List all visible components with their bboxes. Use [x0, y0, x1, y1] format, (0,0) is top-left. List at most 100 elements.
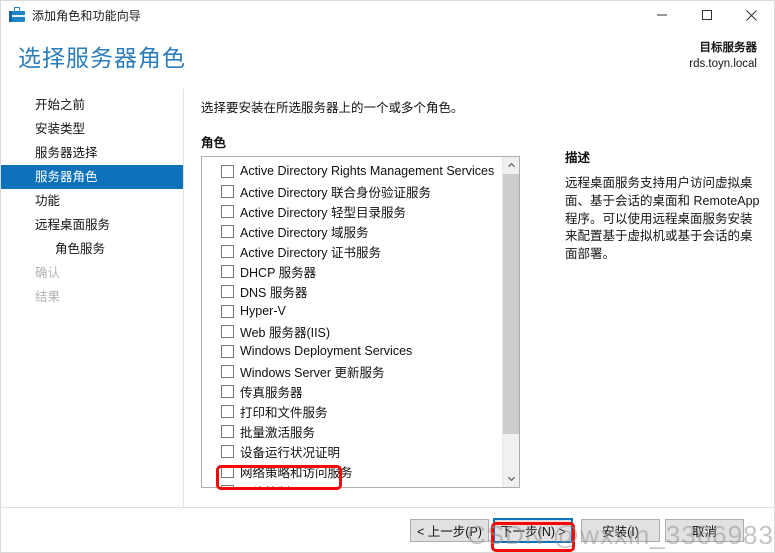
- role-checkbox[interactable]: [221, 484, 234, 487]
- target-server-name: rds.toyn.local: [689, 57, 757, 70]
- role-checkbox[interactable]: [221, 164, 234, 178]
- roles-heading: 角色: [201, 136, 227, 150]
- role-label: 打印和文件服务: [240, 405, 328, 420]
- wizard-footer: < 上一步(P) 下一步(N) > 安装(I) 取消: [1, 507, 774, 552]
- role-label: 网络控制器: [240, 482, 303, 488]
- chevron-up-icon[interactable]: [503, 157, 519, 174]
- window-controls: [639, 1, 774, 29]
- role-row[interactable]: Windows Deployment Services: [202, 341, 502, 361]
- maximize-icon[interactable]: [684, 1, 729, 29]
- role-label: Hyper-V: [240, 304, 286, 318]
- window-title: 添加角色和功能向导: [32, 8, 141, 23]
- role-checkbox[interactable]: [221, 224, 234, 238]
- role-row[interactable]: 传真服务器: [202, 381, 502, 401]
- role-label: Windows Server 更新服务: [240, 365, 385, 380]
- role-row[interactable]: 设备运行状况证明: [202, 441, 502, 461]
- role-row[interactable]: 打印和文件服务: [202, 401, 502, 421]
- role-row[interactable]: 网络策略和访问服务: [202, 461, 502, 481]
- role-row[interactable]: 网络控制器: [202, 481, 502, 487]
- role-row[interactable]: 批量激活服务: [202, 421, 502, 441]
- nav-item-4[interactable]: 功能: [1, 189, 183, 213]
- role-checkbox[interactable]: [221, 384, 234, 398]
- role-row[interactable]: DNS 服务器: [202, 281, 502, 301]
- roles-listbox[interactable]: Active Directory Rights Management Servi…: [201, 156, 520, 488]
- role-row[interactable]: Active Directory 证书服务: [202, 241, 502, 261]
- role-label: 传真服务器: [240, 385, 303, 400]
- role-row[interactable]: Active Directory 轻型目录服务: [202, 201, 502, 221]
- nav-item-7[interactable]: 确认: [1, 261, 183, 285]
- nav-item-5[interactable]: 远程桌面服务: [1, 213, 183, 237]
- role-label: DHCP 服务器: [240, 265, 317, 280]
- next-button[interactable]: 下一步(N) >: [493, 518, 573, 543]
- role-row[interactable]: Active Directory Rights Management Servi…: [202, 161, 502, 181]
- close-icon[interactable]: [729, 1, 774, 29]
- page-title: 选择服务器角色: [18, 45, 186, 71]
- role-checkbox[interactable]: [221, 424, 234, 438]
- role-checkbox[interactable]: [221, 284, 234, 298]
- role-row[interactable]: DHCP 服务器: [202, 261, 502, 281]
- role-label: Active Directory Rights Management Servi…: [240, 164, 495, 178]
- role-checkbox[interactable]: [221, 404, 234, 418]
- role-label: Web 服务器(IIS): [240, 325, 331, 340]
- role-label: Active Directory 联合身份验证服务: [240, 185, 431, 200]
- nav-item-8[interactable]: 结果: [1, 285, 183, 309]
- wizard-navigation: 开始之前 安装类型 服务器选择 服务器角色 功能 远程桌面服务 角色服务 确认 结果: [1, 89, 184, 507]
- description-text: 远程桌面服务支持用户访问虚拟桌面、基于会话的桌面和 RemoteApp 程序。可…: [565, 176, 760, 261]
- scrollbar-track[interactable]: [503, 174, 519, 470]
- target-server-info: 目标服务器 rds.toyn.local: [689, 41, 757, 72]
- role-checkbox[interactable]: [221, 184, 234, 198]
- role-checkbox[interactable]: [221, 444, 234, 458]
- scrollbar-thumb[interactable]: [503, 174, 519, 435]
- role-label: Windows Deployment Services: [240, 344, 413, 358]
- role-checkbox[interactable]: [221, 244, 234, 258]
- role-checkbox[interactable]: [221, 364, 234, 378]
- role-row[interactable]: Active Directory 域服务: [202, 221, 502, 241]
- roles-list[interactable]: Active Directory Rights Management Servi…: [202, 157, 502, 487]
- role-label: DNS 服务器: [240, 285, 308, 300]
- nav-item-0[interactable]: 开始之前: [1, 93, 183, 117]
- instruction-text: 选择要安装在所选服务器上的一个或多个角色。: [201, 101, 464, 115]
- description-pane: 描述 远程桌面服务支持用户访问虚拟桌面、基于会话的桌面和 RemoteApp 程…: [549, 89, 774, 507]
- role-checkbox[interactable]: [221, 264, 234, 278]
- nav-item-6[interactable]: 角色服务: [1, 237, 183, 261]
- install-button[interactable]: 安装(I): [581, 519, 660, 542]
- minimize-icon[interactable]: [639, 1, 684, 29]
- role-row[interactable]: Web 服务器(IIS): [202, 321, 502, 341]
- role-checkbox[interactable]: [221, 344, 234, 358]
- role-checkbox[interactable]: [221, 304, 234, 318]
- role-checkbox[interactable]: [221, 324, 234, 338]
- nav-item-1[interactable]: 安装类型: [1, 117, 183, 141]
- role-row[interactable]: Windows Server 更新服务: [202, 361, 502, 381]
- cancel-button[interactable]: 取消: [665, 519, 744, 542]
- role-row[interactable]: Active Directory 联合身份验证服务: [202, 181, 502, 201]
- chevron-down-icon[interactable]: [503, 470, 519, 487]
- role-label: 设备运行状况证明: [240, 445, 341, 460]
- role-label: 批量激活服务: [240, 425, 316, 440]
- nav-item-2[interactable]: 服务器选择: [1, 141, 183, 165]
- nav-item-3[interactable]: 服务器角色: [1, 165, 183, 189]
- role-row[interactable]: Hyper-V: [202, 301, 502, 321]
- previous-button[interactable]: < 上一步(P): [410, 519, 489, 542]
- target-server-label: 目标服务器: [699, 42, 758, 54]
- title-bar: 添加角色和功能向导: [1, 1, 774, 29]
- role-checkbox[interactable]: [221, 464, 234, 478]
- role-checkbox[interactable]: [221, 204, 234, 218]
- add-roles-wizard-window: 添加角色和功能向导 选择服务器角色 目标服务器 rds.toyn.local 开…: [0, 0, 775, 553]
- description-heading: 描述: [565, 151, 591, 165]
- role-label: Active Directory 域服务: [240, 225, 369, 240]
- roles-scrollbar[interactable]: [502, 157, 519, 487]
